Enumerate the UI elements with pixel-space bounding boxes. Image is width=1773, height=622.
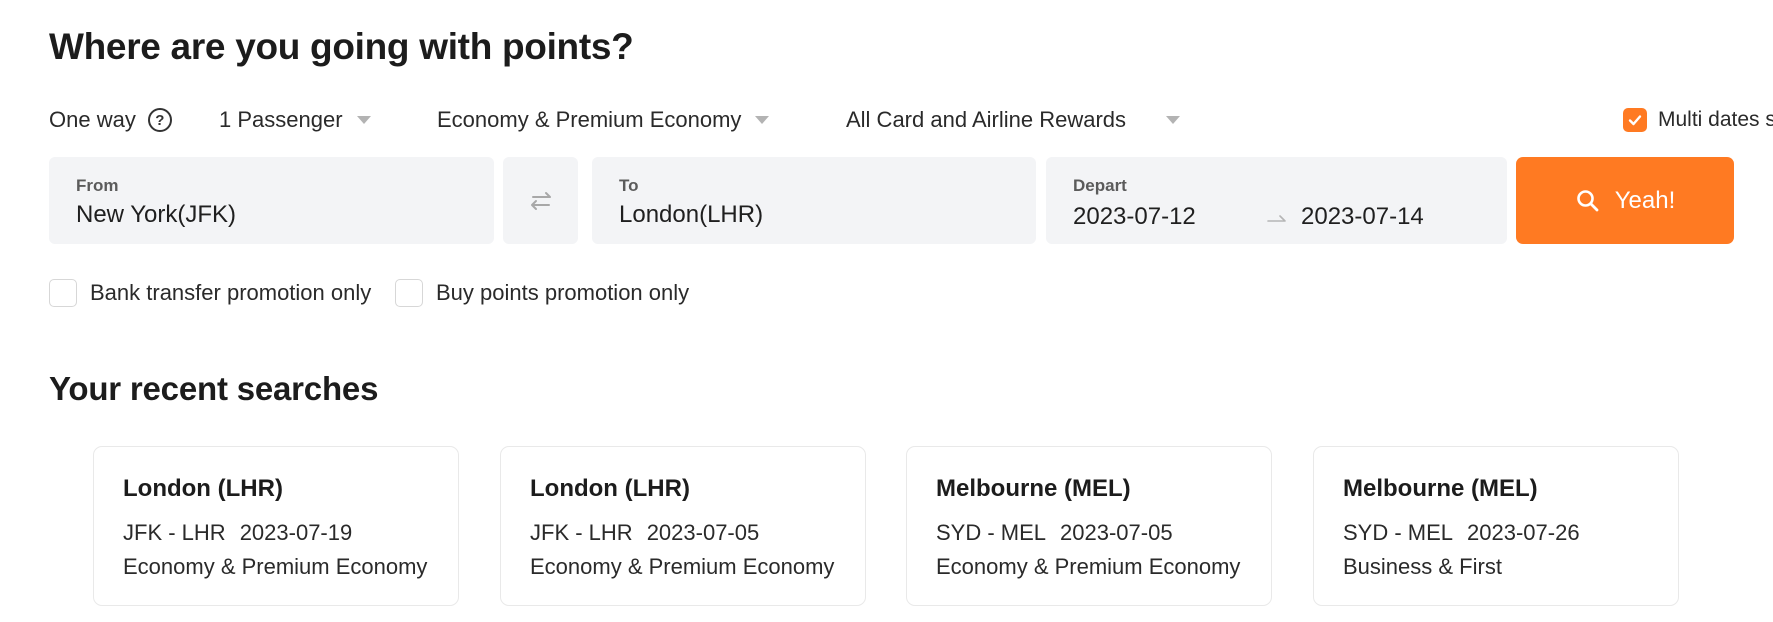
bank-transfer-label: Bank transfer promotion only	[90, 280, 372, 305]
trip-type-selector[interactable]: One way ?	[49, 104, 172, 136]
recent-route: JFK - LHR	[530, 520, 633, 545]
search-button[interactable]: Yeah!	[1516, 157, 1734, 244]
recent-city: Melbourne (MEL)	[1343, 475, 1538, 502]
swap-button[interactable]	[503, 157, 578, 244]
bank-transfer-checkbox[interactable]: Bank transfer promotion only	[49, 277, 371, 309]
recent-search-card[interactable]: Melbourne (MEL) SYD - MEL 2023-07-26 Busi…	[1313, 446, 1679, 606]
recent-route: SYD - MEL	[936, 520, 1047, 545]
recent-cabin: Business & First	[1343, 554, 1502, 579]
caret-down-icon	[755, 116, 770, 124]
recent-cabin: Economy & Premium Economy	[530, 554, 835, 579]
recent-cabin: Economy & Premium Economy	[123, 554, 428, 579]
depart-field[interactable]: Depart 2023-07-12 2023-07-14	[1046, 157, 1507, 244]
search-button-label: Yeah!	[1614, 186, 1676, 214]
buy-points-checkbox[interactable]: Buy points promotion only	[395, 277, 689, 309]
to-field[interactable]: To London(LHR)	[592, 157, 1036, 244]
passenger-label: 1 Passenger	[219, 107, 343, 132]
depart-end-date[interactable]: 2023-07-14	[1301, 203, 1424, 231]
from-label: From	[76, 176, 119, 195]
passenger-dropdown[interactable]: 1 Passenger	[219, 104, 371, 136]
cabin-label: Economy & Premium Economy	[437, 107, 742, 132]
rewards-label: All Card and Airline Rewards	[846, 107, 1127, 132]
recent-route: JFK - LHR	[123, 520, 226, 545]
rewards-dropdown[interactable]: All Card and Airline Rewards	[846, 104, 1181, 136]
swap-arrows-icon	[530, 191, 551, 210]
recent-date: 2023-07-05	[1060, 520, 1173, 545]
recent-route-line: SYD - MEL 2023-07-05	[936, 520, 1173, 546]
trip-type-label: One way	[49, 107, 136, 132]
recent-city: London (LHR)	[123, 475, 283, 502]
search-icon	[1576, 189, 1599, 211]
depart-label: Depart	[1073, 176, 1127, 195]
recent-search-card[interactable]: London (LHR) JFK - LHR 2023-07-05 Economy…	[500, 446, 866, 606]
cabin-dropdown[interactable]: Economy & Premium Economy	[437, 104, 770, 136]
recent-search-card[interactable]: Melbourne (MEL) SYD - MEL 2023-07-05 Econ…	[906, 446, 1272, 606]
arrow-right-icon	[1267, 215, 1286, 222]
recent-cabin: Economy & Premium Economy	[936, 554, 1241, 579]
recent-route: SYD - MEL	[1343, 520, 1454, 545]
recent-route-line: JFK - LHR 2023-07-05	[530, 520, 759, 546]
page-title: Where are you going with points?	[49, 26, 634, 67]
from-value: New York(JFK)	[76, 201, 237, 228]
recent-route-line: SYD - MEL 2023-07-26	[1343, 520, 1580, 546]
buy-points-label: Buy points promotion only	[436, 280, 690, 305]
caret-down-icon	[356, 116, 371, 124]
to-value: London(LHR)	[619, 201, 764, 228]
checkbox-box[interactable]	[49, 279, 77, 307]
recent-route-line: JFK - LHR 2023-07-19	[123, 520, 352, 546]
recent-city: Melbourne (MEL)	[936, 475, 1131, 502]
recent-city: London (LHR)	[530, 475, 690, 502]
from-field[interactable]: From New York(JFK)	[49, 157, 494, 244]
checkbox-box[interactable]	[395, 279, 423, 307]
depart-start-date[interactable]: 2023-07-12	[1073, 203, 1196, 231]
multi-dates-label: Multi dates search	[1658, 108, 1773, 131]
check-icon[interactable]	[1623, 108, 1647, 132]
question-circle-icon[interactable]: ?	[147, 108, 172, 132]
multi-dates-checkbox[interactable]: Multi dates search	[1623, 104, 1773, 136]
recent-search-card[interactable]: London (LHR) JFK - LHR 2023-07-19 Economy…	[93, 446, 459, 606]
to-label: To	[619, 176, 639, 195]
recent-date: 2023-07-05	[646, 520, 760, 545]
caret-down-icon	[1166, 116, 1181, 124]
recent-searches-heading: Your recent searches	[49, 370, 379, 407]
recent-date: 2023-07-19	[239, 520, 353, 545]
recent-date: 2023-07-26	[1467, 520, 1580, 545]
